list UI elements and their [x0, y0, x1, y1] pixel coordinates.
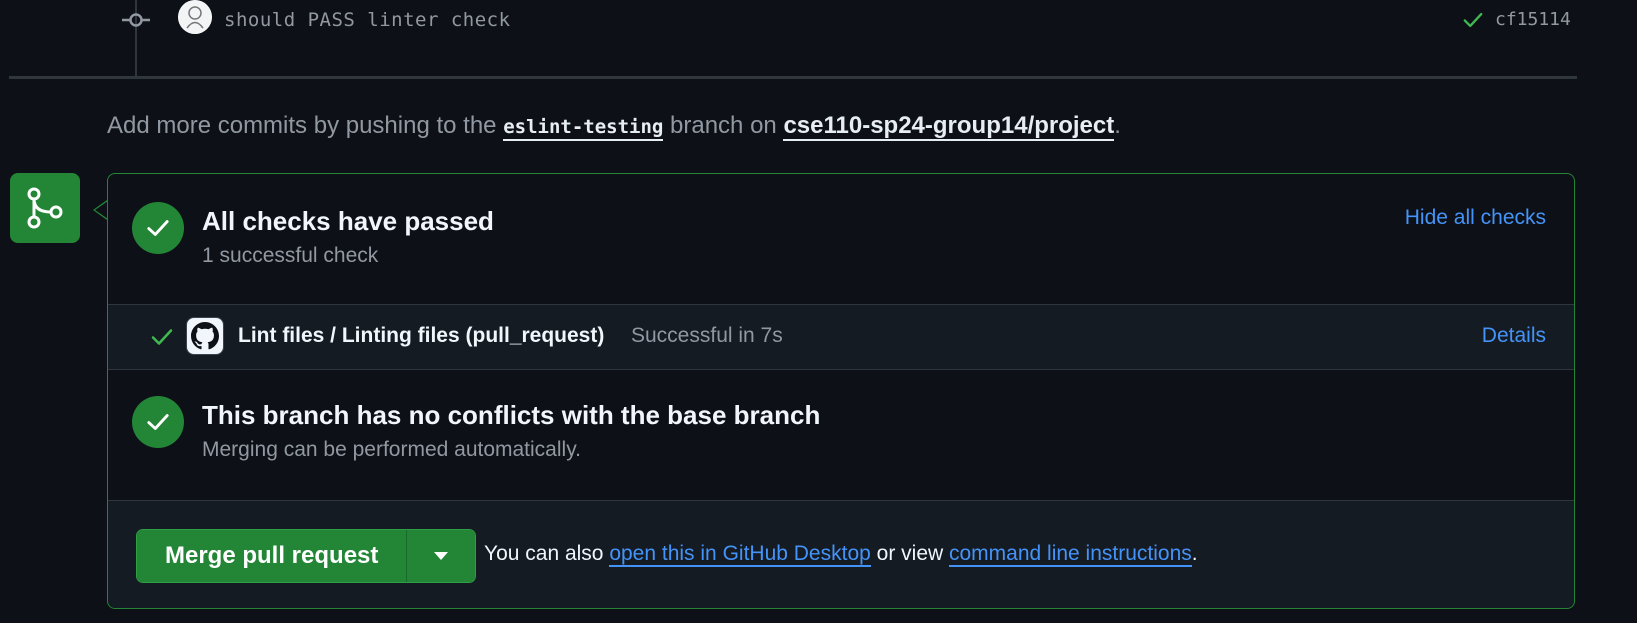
checks-title: All checks have passed	[202, 206, 494, 236]
check-icon	[151, 329, 173, 345]
details-link[interactable]: Details	[1482, 324, 1546, 348]
merge-hint-prefix: You can also	[484, 542, 610, 565]
command-line-link[interactable]: command line instructions	[949, 542, 1192, 567]
git-commit-icon	[122, 13, 150, 27]
branch-name[interactable]: eslint-testing	[503, 116, 664, 141]
commit-message[interactable]: should PASS linter check	[224, 9, 511, 31]
checks-subtitle: 1 successful check	[202, 244, 379, 267]
hint-middle: branch on	[663, 112, 784, 139]
check-icon[interactable]	[1462, 9, 1484, 31]
merge-actions: Merge pull request You can also open thi…	[108, 500, 1574, 608]
merge-hint-suffix: .	[1191, 542, 1198, 565]
hide-all-checks-link[interactable]: Hide all checks	[1405, 206, 1546, 230]
repo-link[interactable]: cse110-sp24-group14/project	[783, 112, 1115, 141]
merge-button-group: Merge pull request	[136, 529, 477, 583]
success-badge	[132, 396, 184, 448]
checks-summary: All checks have passed 1 successful chec…	[108, 174, 1574, 304]
hint-prefix: Add more commits by pushing to the	[107, 112, 504, 139]
github-desktop-link[interactable]: open this in GitHub Desktop	[609, 542, 871, 567]
merge-status-icon-box	[10, 173, 80, 243]
check-name[interactable]: Lint files / Linting files (pull_request…	[238, 324, 604, 348]
merge-box: All checks have passed 1 successful chec…	[107, 173, 1575, 609]
avatar[interactable]	[178, 0, 212, 34]
success-badge	[132, 202, 184, 254]
hint-suffix: .	[1114, 112, 1121, 139]
conflicts-title: This branch has no conflicts with the ba…	[202, 400, 821, 430]
timeline-divider	[9, 76, 1577, 79]
push-hint: Add more commits by pushing to the eslin…	[107, 112, 1121, 141]
conflicts-subtitle: Merging can be performed automatically.	[202, 438, 581, 461]
merge-options-dropdown[interactable]	[407, 530, 476, 582]
merge-hint: You can also open this in GitHub Desktop…	[484, 542, 1198, 567]
github-logo-icon	[186, 317, 224, 355]
triangle-down-icon	[434, 552, 449, 560]
check-icon	[147, 414, 169, 430]
git-merge-icon	[27, 187, 63, 229]
commit-sha[interactable]: cf15114	[1495, 9, 1571, 30]
check-icon	[147, 220, 169, 236]
merge-hint-middle: or view	[870, 542, 949, 565]
check-status: Successful in 7s	[631, 324, 783, 347]
check-row: Lint files / Linting files (pull_request…	[108, 304, 1574, 370]
conflicts-section: This branch has no conflicts with the ba…	[108, 370, 1574, 500]
merge-pull-request-button[interactable]: Merge pull request	[137, 530, 408, 582]
